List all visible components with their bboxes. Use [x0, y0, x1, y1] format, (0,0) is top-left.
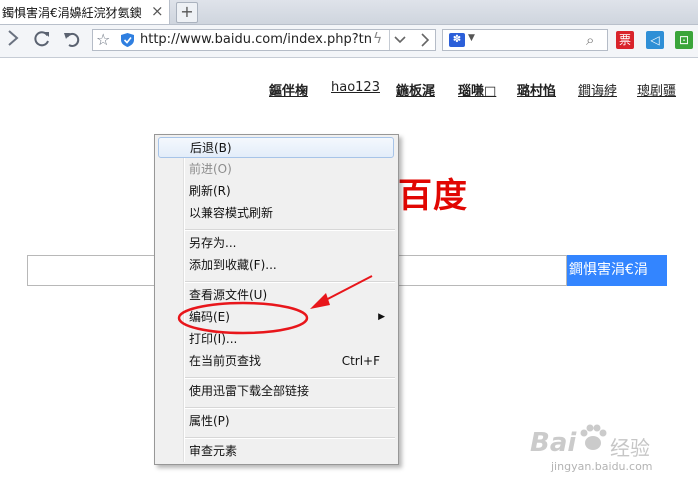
context-menu: 后退(B) 前进(O) 刷新(R) 以兼容模式刷新 另存为... 添加到收藏(F…: [154, 134, 399, 465]
menu-item-inspect[interactable]: 审查元素: [158, 441, 394, 462]
navigation-toolbar: ☆ http://www.baidu.com/index.php?tn= ϟ ✽…: [0, 25, 698, 58]
menu-item-label: 后退(B): [190, 141, 232, 155]
menu-item-compat-refresh[interactable]: 以兼容模式刷新: [158, 203, 394, 224]
address-separator: [389, 30, 390, 50]
menu-item-find[interactable]: 在当前页查找 Ctrl+F: [158, 351, 394, 372]
menu-separator: [185, 281, 395, 283]
paw-icon[interactable]: ✽: [449, 33, 465, 47]
submenu-arrow-icon: ▶: [378, 312, 385, 322]
menu-separator: [185, 229, 395, 231]
caret-down-icon[interactable]: ▼: [468, 33, 475, 43]
menu-item-label: 编码(E): [189, 310, 230, 324]
address-bar[interactable]: ☆ http://www.baidu.com/index.php?tn= ϟ: [92, 29, 436, 51]
menu-item-shortcut: Ctrl+F: [341, 354, 380, 368]
watermark-url: jingyan.baidu.com: [551, 460, 653, 473]
tab-strip: 鐲惧害涓€涓嬶紝浣犲氨鐭 × +: [0, 0, 698, 25]
menu-item-thunder-download[interactable]: 使用迅雷下载全部链接: [158, 381, 394, 402]
menu-item-back[interactable]: 后退(B): [158, 137, 394, 158]
menu-item-refresh[interactable]: 刷新(R): [158, 181, 394, 202]
menu-item-properties[interactable]: 属性(P): [158, 411, 394, 432]
search-icon[interactable]: ⌕: [586, 30, 594, 50]
menu-item-save-as[interactable]: 另存为...: [158, 233, 394, 254]
search-box[interactable]: ✽ ▼ ⌕: [442, 29, 608, 51]
menu-item-label: 打印(I)...: [189, 332, 238, 346]
menu-item-label: 查看源文件(U): [189, 288, 268, 302]
nav-link-map[interactable]: 鍦板浘: [396, 80, 435, 99]
menu-item-view-source[interactable]: 查看源文件(U): [158, 285, 394, 306]
ticket-extension-icon[interactable]: 票: [616, 31, 634, 49]
nav-link-video[interactable]: 瑙嗛□: [458, 80, 496, 99]
nav-link-settings[interactable]: 璁剧疆: [637, 80, 676, 99]
watermark-paw-icon: [580, 424, 607, 450]
url-text[interactable]: http://www.baidu.com/index.php?tn=: [140, 32, 372, 47]
nav-link-hao123[interactable]: hao123: [331, 80, 380, 95]
go-icon[interactable]: [419, 30, 431, 56]
undo-icon[interactable]: [61, 29, 83, 51]
menu-separator: [185, 377, 395, 379]
bookmark-extension-icon[interactable]: ◁: [646, 31, 664, 49]
refresh-icon[interactable]: [31, 29, 53, 51]
tab-active[interactable]: 鐲惧害涓€涓嬶紝浣犲氨鐭 ×: [0, 0, 170, 24]
menu-item-add-favorite[interactable]: 添加到收藏(F)...: [158, 255, 394, 276]
menu-item-encoding[interactable]: 编码(E) ▶: [158, 307, 394, 328]
new-tab-button[interactable]: +: [176, 2, 198, 23]
forward-icon[interactable]: [2, 29, 24, 51]
menu-separator: [185, 407, 395, 409]
menu-item-print[interactable]: 打印(I)...: [158, 329, 394, 350]
menu-item-label: 以兼容模式刷新: [189, 206, 274, 220]
tab-title: 鐲惧害涓€涓嬶紝浣犲氨鐭: [2, 6, 142, 20]
menu-item-label: 添加到收藏(F)...: [189, 258, 277, 272]
star-icon[interactable]: ☆: [96, 30, 110, 50]
baidu-logo: 百度: [398, 176, 468, 216]
nav-link-login[interactable]: 鐧诲綍: [578, 80, 617, 99]
crop-extension-icon[interactable]: ⊡: [675, 31, 693, 49]
chevron-down-icon[interactable]: [393, 30, 407, 56]
nav-link-tieba[interactable]: 璐村惂: [517, 80, 556, 99]
menu-item-label: 属性(P): [189, 414, 230, 428]
menu-item-forward[interactable]: 前进(O): [158, 159, 394, 180]
tab-close-icon[interactable]: ×: [151, 2, 164, 20]
menu-item-label: 刷新(R): [189, 184, 231, 198]
menu-item-label: 在当前页查找: [189, 354, 262, 368]
lightning-icon[interactable]: ϟ: [373, 31, 382, 47]
menu-item-label: 审查元素: [189, 444, 238, 458]
watermark-logo: Bai: [530, 428, 577, 458]
shield-icon: [121, 33, 134, 47]
nav-link-news[interactable]: 鏂伴椈: [269, 80, 308, 99]
menu-item-label: 前进(O): [189, 162, 232, 176]
menu-item-label: 使用迅雷下载全部链接: [189, 384, 310, 398]
menu-item-label: 另存为...: [189, 236, 237, 250]
menu-separator: [185, 437, 395, 439]
watermark-jingyan: 经验: [610, 436, 650, 460]
page-search-button[interactable]: 鐧惧害涓€涓: [567, 255, 667, 286]
